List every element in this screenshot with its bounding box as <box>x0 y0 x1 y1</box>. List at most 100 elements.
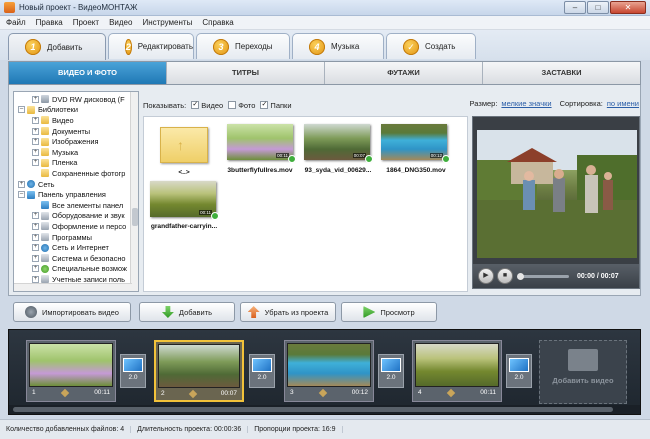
file-grid: ↑ <..> 00:11 3butterflyfullres.mov 00:07… <box>143 116 468 292</box>
menu-help[interactable]: Справка <box>202 18 233 27</box>
menu-edit[interactable]: Правка <box>36 18 63 27</box>
timeline-clip-2[interactable]: 2 00:07 <box>154 340 244 402</box>
filter-folders-checkbox[interactable]: ✓ Папки <box>260 101 292 110</box>
expand-icon[interactable]: + <box>32 127 39 135</box>
menu-video[interactable]: Видео <box>109 18 132 27</box>
scroll-thumb[interactable] <box>132 208 138 226</box>
remove-from-project-button[interactable]: Убрать из проекта <box>240 302 336 322</box>
tree-vertical-scrollbar[interactable] <box>130 92 138 291</box>
scroll-thumb[interactable] <box>13 407 613 412</box>
tab-titles[interactable]: ТИТРЫ <box>167 62 325 84</box>
preview-button[interactable]: Просмотр <box>341 302 437 322</box>
menu-file[interactable]: Файл <box>6 18 26 27</box>
expand-icon[interactable]: + <box>32 159 39 167</box>
tree-horizontal-scrollbar[interactable] <box>14 283 132 291</box>
transition-icon <box>509 358 529 372</box>
timeline-clip-1[interactable]: 1 00:11 <box>26 340 116 402</box>
checkbox-box[interactable]: ✓ <box>191 101 200 109</box>
add-video-slot[interactable]: Добавить видео <box>539 340 627 404</box>
expand-icon[interactable]: + <box>32 116 39 124</box>
preview-label: Просмотр <box>380 307 415 317</box>
step-add[interactable]: 1 Добавить <box>8 33 106 60</box>
expand-icon[interactable]: + <box>32 265 39 273</box>
expand-icon[interactable]: + <box>32 148 39 156</box>
minimize-button[interactable]: – <box>564 1 586 14</box>
tree-item-documents[interactable]: + Документы <box>32 126 90 137</box>
edit-pencil-icon[interactable] <box>60 388 70 397</box>
tree-item-music[interactable]: + Музыка <box>32 147 78 158</box>
media-panel: + DVD RW дисковод (F – Библиотеки + Видео +… <box>8 85 641 296</box>
video-thumb-1[interactable]: 00:11 <box>227 124 296 163</box>
import-video-button[interactable]: Импортировать видео <box>13 302 131 322</box>
tree-item-network[interactable]: + Сеть <box>18 179 54 190</box>
checkbox-box[interactable]: ✓ <box>260 101 269 109</box>
tree-item-saved-photos[interactable]: Сохраненные фотогр <box>32 168 125 179</box>
timeline: 1 00:11 2.0 2 00:07 2.0 3 00:12 2.0 4 00:11 … <box>8 329 641 415</box>
step-edit[interactable]: 2 Редактировать <box>108 33 194 59</box>
tree-item-film[interactable]: + Пленка <box>32 158 77 169</box>
tree-item-libraries[interactable]: – Библиотеки <box>18 105 78 116</box>
edit-pencil-icon[interactable] <box>318 388 327 397</box>
tree-item-appearance[interactable]: + Оформление и персо <box>32 221 126 232</box>
step-transitions[interactable]: 3 Переходы <box>196 33 290 59</box>
checkbox-box[interactable] <box>228 101 237 109</box>
tree-item-all-panel[interactable]: Все элементы панел <box>32 200 123 211</box>
tab-footage[interactable]: ФУТАЖИ <box>325 62 483 84</box>
expand-icon[interactable]: + <box>32 138 39 146</box>
tab-video-photo[interactable]: ВИДЕО И ФОТО <box>9 62 167 84</box>
parent-folder-thumb[interactable]: ↑ <box>160 127 208 163</box>
transition-3[interactable]: 2.0 <box>378 354 404 388</box>
edit-pencil-icon[interactable] <box>446 388 456 397</box>
filter-video-checkbox[interactable]: ✓ Видео <box>191 101 223 110</box>
close-button[interactable]: ✕ <box>610 1 646 14</box>
network-icon <box>27 180 35 189</box>
menu-tools[interactable]: Инструменты <box>142 18 192 27</box>
tree-item-hardware[interactable]: + Оборудование и звук <box>32 211 125 222</box>
video-thumb-4[interactable]: 00:11 <box>150 181 219 220</box>
tree-item-control-panel[interactable]: – Панель управления <box>18 189 106 200</box>
tree-item-security[interactable]: + Система и безопасно <box>32 253 126 264</box>
timeline-scrollbar[interactable] <box>9 405 640 414</box>
timeline-clip-4[interactable]: 4 00:11 <box>412 340 502 402</box>
video-thumb-3[interactable]: 00:12 <box>381 124 450 163</box>
expand-icon[interactable]: + <box>32 233 39 241</box>
menu-project[interactable]: Проект <box>73 18 99 27</box>
expand-icon[interactable]: + <box>32 222 39 230</box>
play-icon[interactable]: ▶ <box>478 268 494 284</box>
transition-4[interactable]: 2.0 <box>506 354 532 388</box>
expand-icon[interactable]: + <box>32 212 39 220</box>
add-button[interactable]: Добавить <box>139 302 235 322</box>
expand-icon[interactable]: + <box>32 244 39 252</box>
collapse-icon[interactable]: – <box>18 106 25 114</box>
step-create[interactable]: ✓ Создать <box>386 33 476 59</box>
maximize-button[interactable]: □ <box>587 1 609 14</box>
video-thumb-2[interactable]: 00:07 <box>304 124 373 163</box>
stop-icon[interactable]: ■ <box>497 268 513 284</box>
timeline-clip-3[interactable]: 3 00:12 <box>284 340 374 402</box>
expand-icon[interactable]: + <box>32 275 39 283</box>
expand-icon[interactable]: + <box>32 95 39 103</box>
collapse-icon[interactable]: – <box>18 191 25 199</box>
tree-item-accessibility[interactable]: + Специальные возмож <box>32 264 127 275</box>
expand-icon[interactable]: + <box>32 254 39 262</box>
size-link[interactable]: мелкие значки <box>501 99 551 108</box>
up-arrow-icon <box>247 306 260 318</box>
clip-index: 1 <box>32 389 36 396</box>
tree-item-programs[interactable]: + Программы <box>32 232 92 243</box>
sort-link[interactable]: по имени <box>607 99 639 108</box>
player-controls: ▶ ■ 00:00 / 00:07 <box>473 264 639 288</box>
seek-knob[interactable] <box>517 272 524 280</box>
tree-item-internet[interactable]: + Сеть и Интернет <box>32 242 109 253</box>
tree-item-dvd[interactable]: + DVD RW дисковод (F <box>32 94 125 105</box>
step-create-label: Создать <box>425 42 456 51</box>
edit-pencil-icon[interactable] <box>188 389 197 398</box>
tree-item-images[interactable]: + Изображения <box>32 136 98 147</box>
seek-slider[interactable] <box>517 272 569 280</box>
step-music[interactable]: 4 Музыка <box>292 33 384 59</box>
tree-item-video[interactable]: + Видео <box>32 115 74 126</box>
filter-photo-checkbox[interactable]: Фото <box>228 101 255 110</box>
expand-icon[interactable]: + <box>18 180 25 188</box>
transition-1[interactable]: 2.0 <box>120 354 146 388</box>
transition-2[interactable]: 2.0 <box>249 354 275 388</box>
tab-intros[interactable]: ЗАСТАВКИ <box>483 62 640 84</box>
